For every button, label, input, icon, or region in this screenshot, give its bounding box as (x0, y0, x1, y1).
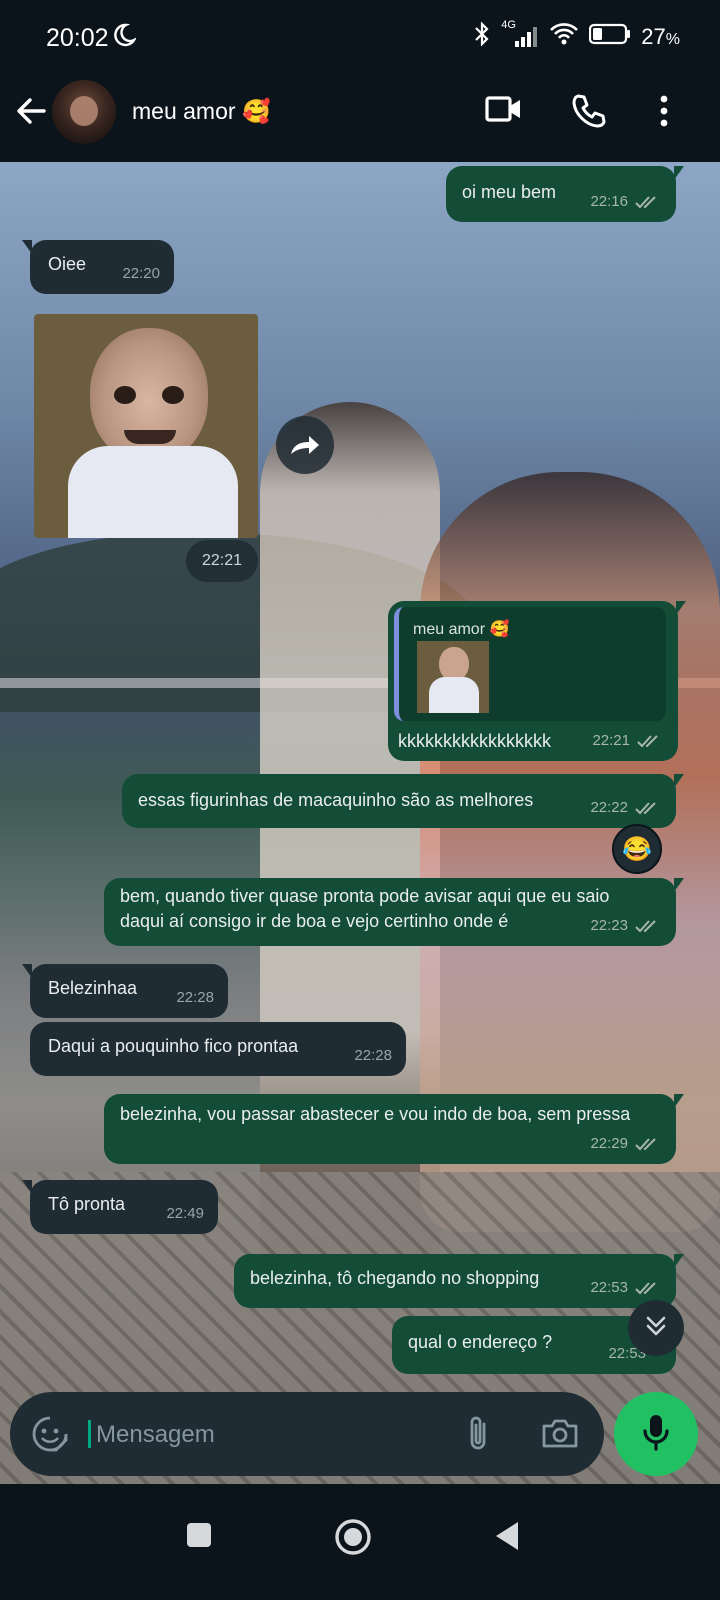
nav-back-icon[interactable] (494, 1520, 520, 1557)
read-ticks-icon (635, 1281, 656, 1294)
status-bar: 20:02 4G 27% (0, 0, 720, 80)
message-time: 22:29 (590, 1135, 628, 1152)
message-incoming[interactable]: Oiee 22:20 (22, 240, 174, 294)
message-time: 22:23 (590, 917, 628, 934)
quoted-message[interactable]: meu amor 🥰 (394, 607, 666, 721)
message-time: 22:20 (122, 265, 160, 282)
message-outgoing[interactable]: belezinha, tô chegando no shopping 22:53 (234, 1254, 684, 1308)
message-time: 22:21 (592, 732, 630, 749)
message-outgoing-reply[interactable]: meu amor 🥰 kkkkkkkkkkkkkkkkk 22:21 (388, 601, 686, 761)
battery-level: 27 (641, 24, 666, 49)
reaction-emoji: 😂 (622, 835, 652, 863)
signal-icon: 4G (501, 19, 539, 49)
bluetooth-icon (473, 21, 491, 52)
paperclip-icon[interactable] (462, 1414, 494, 1459)
chevron-double-down-icon (642, 1312, 670, 1345)
back-arrow-icon[interactable] (14, 94, 48, 133)
message-time: 22:49 (166, 1205, 204, 1222)
message-incoming[interactable]: Daqui a pouquinho fico prontaa 22:28 (30, 1022, 406, 1076)
quoted-sender: meu amor 🥰 (413, 621, 510, 638)
read-ticks-icon (637, 734, 658, 747)
mic-button[interactable] (614, 1392, 698, 1476)
mic-icon (641, 1412, 671, 1457)
status-time: 20:02 (46, 24, 109, 52)
read-ticks-icon (635, 919, 656, 932)
contact-emoji: 🥰 (241, 98, 271, 124)
battery-icon (589, 23, 631, 51)
read-ticks-icon (635, 195, 656, 208)
wifi-icon (549, 22, 579, 52)
message-time: 22:28 (176, 989, 214, 1006)
nav-recents-icon[interactable] (186, 1522, 212, 1553)
phone-icon[interactable] (570, 92, 608, 135)
video-call-icon[interactable] (484, 92, 524, 131)
chat-header: meu amor 🥰 (0, 80, 720, 162)
text-caret (88, 1420, 91, 1448)
monkey-sticker[interactable] (34, 314, 258, 538)
message-time: 22:21 (201, 552, 243, 569)
message-outgoing[interactable]: oi meu bem 22:16 (446, 166, 684, 222)
more-vert-icon[interactable] (654, 92, 674, 135)
system-nav-bar (0, 1484, 720, 1600)
read-ticks-icon (635, 801, 656, 814)
message-composer (10, 1392, 604, 1476)
read-ticks-icon (635, 1137, 656, 1150)
nav-home-icon[interactable] (334, 1518, 372, 1561)
contact-name: meu amor (132, 98, 236, 124)
message-outgoing[interactable]: essas figurinhas de macaquinho são as me… (122, 774, 684, 828)
message-outgoing[interactable]: bem, quando tiver quase pronta pode avis… (104, 878, 684, 946)
message-incoming[interactable]: Belezinhaa 22:28 (22, 964, 228, 1018)
sticker-icon[interactable] (30, 1414, 70, 1459)
contact-avatar[interactable] (52, 80, 116, 144)
message-time: 22:22 (590, 799, 628, 816)
reaction-badge[interactable]: 😂 (612, 824, 662, 874)
message-time: 22:16 (590, 193, 628, 210)
forward-icon[interactable] (276, 416, 334, 474)
message-text: bem, quando tiver quase pronta pode avis… (120, 886, 610, 931)
sticker-time: 22:21 (186, 540, 258, 582)
message-text: kkkkkkkkkkkkkkkkk (398, 731, 551, 751)
contact-name-area[interactable]: meu amor 🥰 (132, 98, 271, 125)
message-text: essas figurinhas de macaquinho são as me… (138, 790, 534, 810)
message-text: Daqui a pouquinho fico prontaa (48, 1036, 299, 1056)
dnd-moon-icon (112, 22, 138, 53)
message-time: 22:28 (354, 1047, 392, 1064)
message-time: 22:53 (590, 1279, 628, 1296)
scroll-to-bottom-button[interactable] (628, 1300, 684, 1356)
message-incoming[interactable]: Tô pronta 22:49 (22, 1180, 218, 1234)
message-outgoing[interactable]: belezinha, vou passar abastecer e vou in… (104, 1094, 684, 1164)
camera-icon[interactable] (540, 1414, 580, 1457)
quoted-sticker-thumbnail (417, 641, 489, 713)
message-text: belezinha, vou passar abastecer e vou in… (120, 1104, 631, 1124)
battery-unit: % (665, 31, 680, 48)
message-input[interactable] (94, 1412, 458, 1458)
